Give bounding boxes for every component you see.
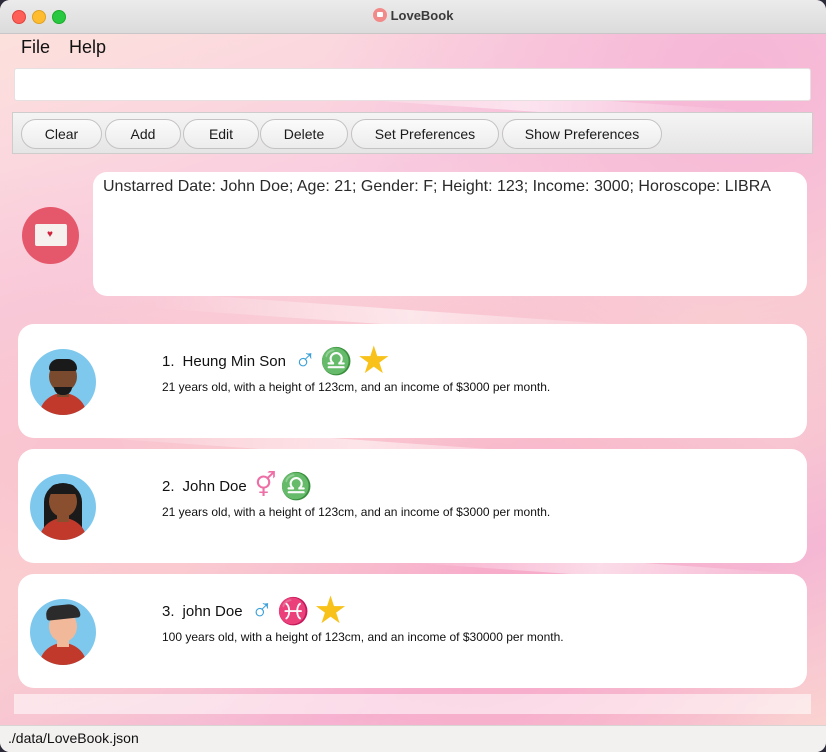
date-name-line: 1. Heung Min Son ♂ ♎ ★ bbox=[162, 342, 391, 380]
date-description: 21 years old, with a height of 123cm, an… bbox=[162, 505, 551, 519]
date-index: 1. bbox=[162, 352, 175, 370]
female-icon: ⚥ bbox=[254, 472, 277, 499]
app-window: LoveBook File Help Clear Add Edit Delete… bbox=[0, 0, 826, 752]
date-index: 2. bbox=[162, 477, 175, 495]
date-name-line: 2. John Doe ⚥ ♎ bbox=[162, 469, 313, 503]
menu-help[interactable]: Help bbox=[69, 37, 106, 58]
star-icon[interactable]: ★ bbox=[313, 592, 347, 630]
window-title-text: LoveBook bbox=[390, 8, 454, 23]
avatar bbox=[30, 349, 96, 415]
date-index: 3. bbox=[162, 602, 175, 620]
add-button[interactable]: Add bbox=[105, 119, 181, 149]
menu-file[interactable]: File bbox=[21, 37, 50, 58]
menu-bar: File Help bbox=[0, 33, 826, 61]
app-icon bbox=[372, 8, 387, 22]
status-file-path: ./data/LoveBook.json bbox=[8, 730, 139, 746]
pisces-icon: ♓ bbox=[277, 596, 310, 626]
result-display: Unstarred Date: John Doe; Age: 21; Gende… bbox=[93, 172, 807, 296]
date-card[interactable]: 2. John Doe ⚥ ♎ 21 years old, with a hei… bbox=[18, 449, 807, 563]
date-name-line: 3. john Doe ♂ ♓ ★ bbox=[162, 592, 348, 630]
command-input[interactable] bbox=[14, 68, 811, 101]
date-description: 21 years old, with a height of 123cm, an… bbox=[162, 380, 551, 394]
avatar bbox=[30, 599, 96, 665]
title-bar: LoveBook bbox=[0, 0, 826, 34]
toolbar: Clear Add Edit Delete Set Preferences Sh… bbox=[12, 112, 813, 154]
date-card[interactable]: 3. john Doe ♂ ♓ ★ 100 years old, with a … bbox=[18, 574, 807, 688]
envelope-icon: ♥ bbox=[22, 207, 79, 264]
star-icon[interactable]: ★ bbox=[357, 342, 391, 380]
date-name: Heung Min Son bbox=[182, 352, 286, 370]
libra-icon: ♎ bbox=[280, 471, 313, 501]
set-preferences-button[interactable]: Set Preferences bbox=[351, 119, 499, 149]
delete-button[interactable]: Delete bbox=[260, 119, 348, 149]
date-description: 100 years old, with a height of 123cm, a… bbox=[162, 630, 564, 644]
show-preferences-button[interactable]: Show Preferences bbox=[502, 119, 662, 149]
date-name: John Doe bbox=[182, 477, 247, 495]
libra-icon: ♎ bbox=[320, 346, 353, 376]
date-name: john Doe bbox=[182, 602, 243, 620]
result-text: Unstarred Date: John Doe; Age: 21; Gende… bbox=[103, 178, 771, 195]
status-bar: ./data/LoveBook.json bbox=[0, 725, 826, 752]
edit-button[interactable]: Edit bbox=[183, 119, 259, 149]
clear-button[interactable]: Clear bbox=[21, 119, 102, 149]
male-icon: ♂ bbox=[293, 344, 317, 377]
male-icon: ♂ bbox=[250, 594, 274, 627]
window-title: LoveBook bbox=[0, 8, 826, 23]
avatar bbox=[30, 474, 96, 540]
list-footer bbox=[14, 694, 811, 714]
date-card[interactable]: 1. Heung Min Son ♂ ♎ ★ 21 years old, wit… bbox=[18, 324, 807, 438]
